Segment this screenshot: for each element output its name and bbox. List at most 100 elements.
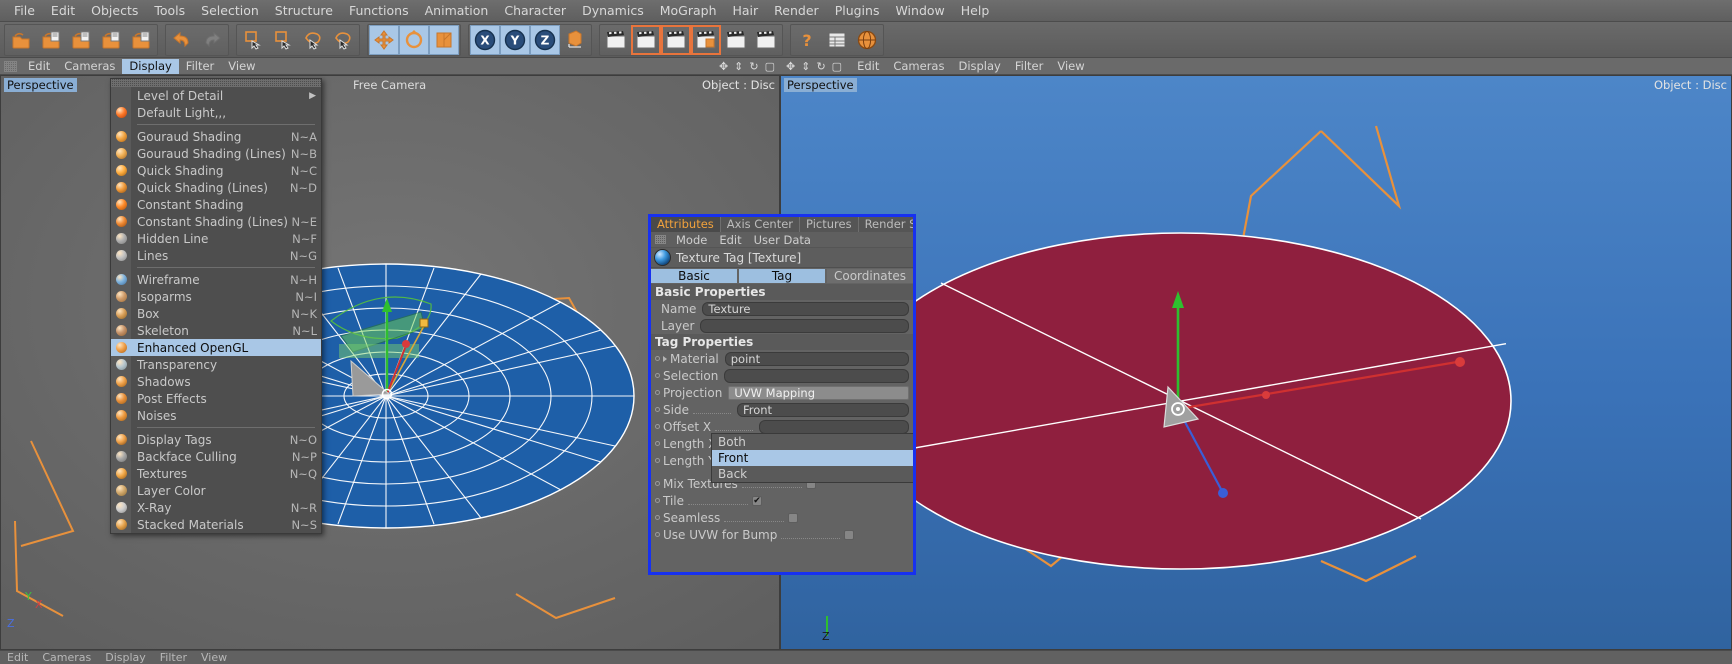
maximize-view-icon[interactable]: ▢ — [765, 60, 775, 73]
side-option-both[interactable]: Both — [712, 434, 913, 450]
attr-field-name[interactable]: Texture — [702, 301, 909, 316]
display-menu-item-stacked-materials[interactable]: Stacked Materials N~S — [111, 516, 321, 533]
move-view-icon[interactable]: ✥ — [719, 60, 728, 73]
right-vp-menu-view[interactable]: View — [1050, 59, 1091, 74]
menubar-item-plugins[interactable]: Plugins — [827, 2, 888, 20]
left-vp-menu-edit[interactable]: Edit — [21, 59, 57, 74]
merge-icon[interactable] — [66, 25, 96, 55]
display-menu-item-shadows[interactable]: Shadows — [111, 373, 321, 390]
animate-track-dot-icon[interactable] — [655, 458, 660, 463]
scale-view-icon[interactable]: ⇕ — [801, 60, 810, 73]
live-selection-icon[interactable] — [238, 25, 268, 55]
attr-field-selection[interactable] — [724, 368, 909, 383]
display-menu-item-textures[interactable]: Textures N~Q — [111, 465, 321, 482]
statusbar-item-filter[interactable]: Filter — [153, 651, 194, 664]
lock-y-axis-icon[interactable]: Y — [500, 24, 530, 55]
animate-track-dot-icon[interactable] — [655, 515, 660, 520]
checkbox-use-uvw-for-bump[interactable] — [844, 529, 855, 540]
attr-field-side[interactable]: Front — [736, 402, 909, 417]
attributes-tab-axis-center[interactable]: Axis Center — [721, 217, 801, 232]
attributes-tab-pictures[interactable]: Pictures — [800, 217, 859, 232]
menubar-item-edit[interactable]: Edit — [43, 2, 83, 20]
display-menu-item-default-light[interactable]: Default Light,,, — [111, 104, 321, 121]
rotate-tool-icon[interactable] — [399, 24, 429, 55]
display-menu-item-box[interactable]: Box N~K — [111, 305, 321, 322]
animate-track-dot-icon[interactable] — [655, 356, 660, 361]
undo-icon[interactable] — [167, 25, 197, 55]
menubar-item-window[interactable]: Window — [887, 2, 952, 20]
attr-menu-mode[interactable]: Mode — [670, 233, 713, 247]
animate-track-dot-icon[interactable] — [655, 441, 660, 446]
new-scene-icon[interactable] — [6, 25, 36, 55]
menubar-item-dynamics[interactable]: Dynamics — [574, 2, 652, 20]
move-view-icon[interactable]: ✥ — [786, 60, 795, 73]
attributes-subtab-coordinates[interactable]: Coordinates — [827, 269, 913, 283]
attr-field-offset-x[interactable] — [759, 419, 909, 434]
attributes-subtab-tag[interactable]: Tag — [739, 269, 825, 283]
world-object-coordinates-icon[interactable] — [560, 25, 590, 55]
checkbox-tile[interactable]: ✔ — [752, 495, 763, 506]
scale-view-icon[interactable]: ⇕ — [734, 60, 743, 73]
render-to-picture-viewer-icon[interactable] — [661, 24, 691, 55]
panel-grip-icon[interactable] — [655, 235, 666, 244]
statusbar-item-view[interactable]: View — [194, 651, 234, 664]
globe-icon[interactable] — [852, 25, 882, 55]
display-menu-item-hidden-line[interactable]: Hidden Line N~F — [111, 230, 321, 247]
display-menu-item-enhanced-opengl[interactable]: Enhanced OpenGL — [111, 339, 321, 356]
left-vp-menu-view[interactable]: View — [221, 59, 262, 74]
free-selection-icon[interactable] — [298, 25, 328, 55]
display-menu-item-noises[interactable]: Noises — [111, 407, 321, 424]
display-dropdown-menu[interactable]: Level of Detail ▶ Default Light,,, Gouraud … — [110, 78, 322, 534]
left-viewport-label[interactable]: Perspective — [4, 78, 77, 92]
right-vp-menu-cameras[interactable]: Cameras — [886, 59, 951, 74]
animate-track-dot-icon[interactable] — [655, 373, 660, 378]
animate-track-dot-icon[interactable] — [655, 407, 660, 412]
save-icon[interactable] — [96, 25, 126, 55]
team-render-icon[interactable] — [751, 25, 781, 55]
menubar-item-file[interactable]: File — [6, 2, 43, 20]
side-option-front[interactable]: Front — [712, 450, 913, 466]
help-icon[interactable]: ? — [792, 25, 822, 55]
attr-field-layer[interactable] — [700, 318, 909, 333]
animate-track-dot-icon[interactable] — [655, 481, 660, 486]
menubar-item-help[interactable]: Help — [953, 2, 998, 20]
right-viewport-label[interactable]: Perspective — [784, 78, 857, 92]
attr-field-projection[interactable]: UVW Mapping — [728, 385, 909, 400]
display-menu-item-wireframe[interactable]: Wireframe N~H — [111, 271, 321, 288]
display-menu-item-skeleton[interactable]: Skeleton N~L — [111, 322, 321, 339]
attributes-tab-attributes[interactable]: Attributes — [651, 217, 721, 232]
animate-track-dot-icon[interactable] — [655, 532, 660, 537]
move-tool-icon[interactable] — [369, 24, 399, 55]
attributes-panel[interactable]: AttributesAxis CenterPicturesRender Sett… — [648, 214, 916, 575]
panel-grip-icon[interactable] — [4, 60, 17, 72]
right-viewport[interactable]: Perspective Object : Disc Z — [780, 75, 1732, 650]
content-browser-icon[interactable] — [822, 25, 852, 55]
scale-tool-icon[interactable] — [429, 24, 459, 55]
menubar-item-structure[interactable]: Structure — [267, 2, 341, 20]
statusbar-item-cameras[interactable]: Cameras — [35, 651, 98, 664]
rotate-view-icon[interactable]: ↻ — [816, 60, 825, 73]
display-menu-item-quick-shading[interactable]: Quick Shading N~C — [111, 162, 321, 179]
animate-track-dot-icon[interactable] — [655, 390, 660, 395]
side-option-back[interactable]: Back — [712, 466, 913, 482]
display-menu-item-quick-shading-lines[interactable]: Quick Shading (Lines) N~D — [111, 179, 321, 196]
menubar-item-functions[interactable]: Functions — [341, 2, 417, 20]
menubar-item-animation[interactable]: Animation — [417, 2, 497, 20]
display-menu-item-lines[interactable]: Lines N~G — [111, 247, 321, 264]
side-option-dropdown[interactable]: Both Front Back — [711, 433, 913, 483]
render-region-icon[interactable] — [631, 24, 661, 55]
display-menu-item-backface-culling[interactable]: Backface Culling N~P — [111, 448, 321, 465]
rectangle-selection-icon[interactable] — [268, 25, 298, 55]
right-vp-menu-filter[interactable]: Filter — [1008, 59, 1050, 74]
display-menu-item-post-effects[interactable]: Post Effects — [111, 390, 321, 407]
menubar-item-selection[interactable]: Selection — [193, 2, 267, 20]
display-menu-item-isoparms[interactable]: Isoparms N~I — [111, 288, 321, 305]
display-menu-item-x-ray[interactable]: X-Ray N~R — [111, 499, 321, 516]
menubar-item-render[interactable]: Render — [766, 2, 827, 20]
attributes-subtab-basic[interactable]: Basic — [651, 269, 737, 283]
redo-icon[interactable] — [197, 25, 227, 55]
attr-menu-edit[interactable]: Edit — [713, 233, 747, 247]
open-file-icon[interactable] — [36, 25, 66, 55]
left-vp-menu-cameras[interactable]: Cameras — [57, 59, 122, 74]
display-menu-item-level-of-detail[interactable]: Level of Detail ▶ — [111, 87, 321, 104]
